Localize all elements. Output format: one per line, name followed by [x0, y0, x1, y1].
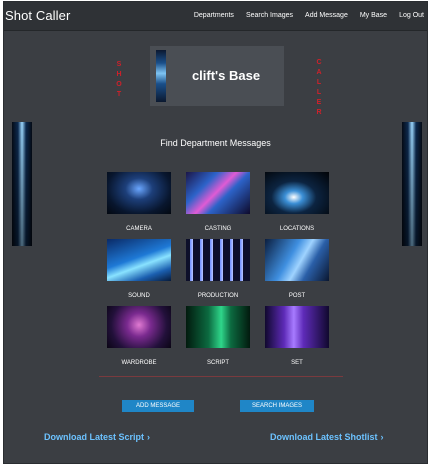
- app-title[interactable]: Shot Caller: [5, 8, 70, 23]
- department-label[interactable]: PRODUCTION: [180, 293, 256, 299]
- caller-letter: E: [316, 99, 322, 106]
- department-label[interactable]: SET: [259, 360, 335, 366]
- department-label[interactable]: WARDROBE: [101, 360, 177, 366]
- nav-log-out[interactable]: Log Out: [399, 12, 424, 19]
- shot-letter: O: [116, 81, 122, 88]
- department-tile-script[interactable]: SCRIPT: [186, 306, 250, 366]
- department-label[interactable]: CAMERA: [101, 226, 177, 232]
- base-thumbnail-image: [156, 50, 166, 102]
- search-images-button[interactable]: SEARCH IMAGES: [240, 400, 314, 412]
- download-shotlist-label[interactable]: Download Latest Shotlist: [270, 432, 378, 442]
- department-tile-set[interactable]: SET: [265, 306, 329, 366]
- set-image[interactable]: [265, 306, 329, 348]
- section-divider: [99, 376, 343, 377]
- top-navbar: Shot Caller Departments Search Images Ad…: [4, 2, 427, 31]
- sound-image[interactable]: [107, 239, 171, 281]
- section-title: Find Department Messages: [160, 138, 271, 148]
- department-tile-casting[interactable]: CASTING: [186, 172, 250, 232]
- locations-image[interactable]: [265, 172, 329, 214]
- chevron-right-icon: ›: [147, 432, 151, 442]
- department-label[interactable]: SCRIPT: [180, 360, 256, 366]
- department-tile-wardrobe[interactable]: WARDROBE: [107, 306, 171, 366]
- add-message-button[interactable]: ADD MESSAGE: [122, 400, 194, 412]
- app-frame: Shot Caller Departments Search Images Ad…: [3, 1, 428, 464]
- nav-my-base[interactable]: My Base: [360, 12, 387, 19]
- department-label[interactable]: SOUND: [101, 293, 177, 299]
- nav-add-message[interactable]: Add Message: [305, 12, 348, 19]
- post-image[interactable]: [265, 239, 329, 281]
- download-script-label[interactable]: Download Latest Script: [44, 432, 144, 442]
- download-script-link[interactable]: Download Latest Script ›: [44, 432, 150, 442]
- department-label[interactable]: LOCATIONS: [259, 226, 335, 232]
- caller-letter: A: [316, 69, 322, 76]
- shot-letter: S: [116, 61, 122, 68]
- shot-vertical-text: S H O T: [114, 60, 124, 100]
- department-tile-production[interactable]: PRODUCTION: [186, 239, 250, 299]
- chevron-right-icon: ›: [380, 432, 384, 442]
- department-tile-locations[interactable]: LOCATIONS: [265, 172, 329, 232]
- department-tile-post[interactable]: POST: [265, 239, 329, 299]
- shot-letter: T: [116, 91, 122, 98]
- nav-search-images[interactable]: Search Images: [246, 12, 293, 19]
- department-label[interactable]: POST: [259, 293, 335, 299]
- shot-letter: H: [116, 71, 122, 78]
- nav-menu: Departments Search Images Add Message My…: [182, 12, 424, 19]
- caller-letter: L: [316, 89, 322, 96]
- camera-image[interactable]: [107, 172, 171, 214]
- production-image[interactable]: [186, 239, 250, 281]
- base-title: clift's Base: [191, 68, 261, 83]
- caller-vertical-text: C A L L E R: [314, 58, 324, 118]
- download-shotlist-link[interactable]: Download Latest Shotlist ›: [270, 432, 384, 442]
- wardrobe-image[interactable]: [107, 306, 171, 348]
- script-image[interactable]: [186, 306, 250, 348]
- casting-image[interactable]: [186, 172, 250, 214]
- caller-letter: C: [316, 59, 322, 66]
- base-card: clift's Base: [150, 46, 284, 106]
- department-tile-camera[interactable]: CAMERA: [107, 172, 171, 232]
- caller-letter: R: [316, 109, 322, 116]
- caller-letter: L: [316, 79, 322, 86]
- department-tile-sound[interactable]: SOUND: [107, 239, 171, 299]
- department-label[interactable]: CASTING: [180, 226, 256, 232]
- nav-departments[interactable]: Departments: [194, 12, 234, 19]
